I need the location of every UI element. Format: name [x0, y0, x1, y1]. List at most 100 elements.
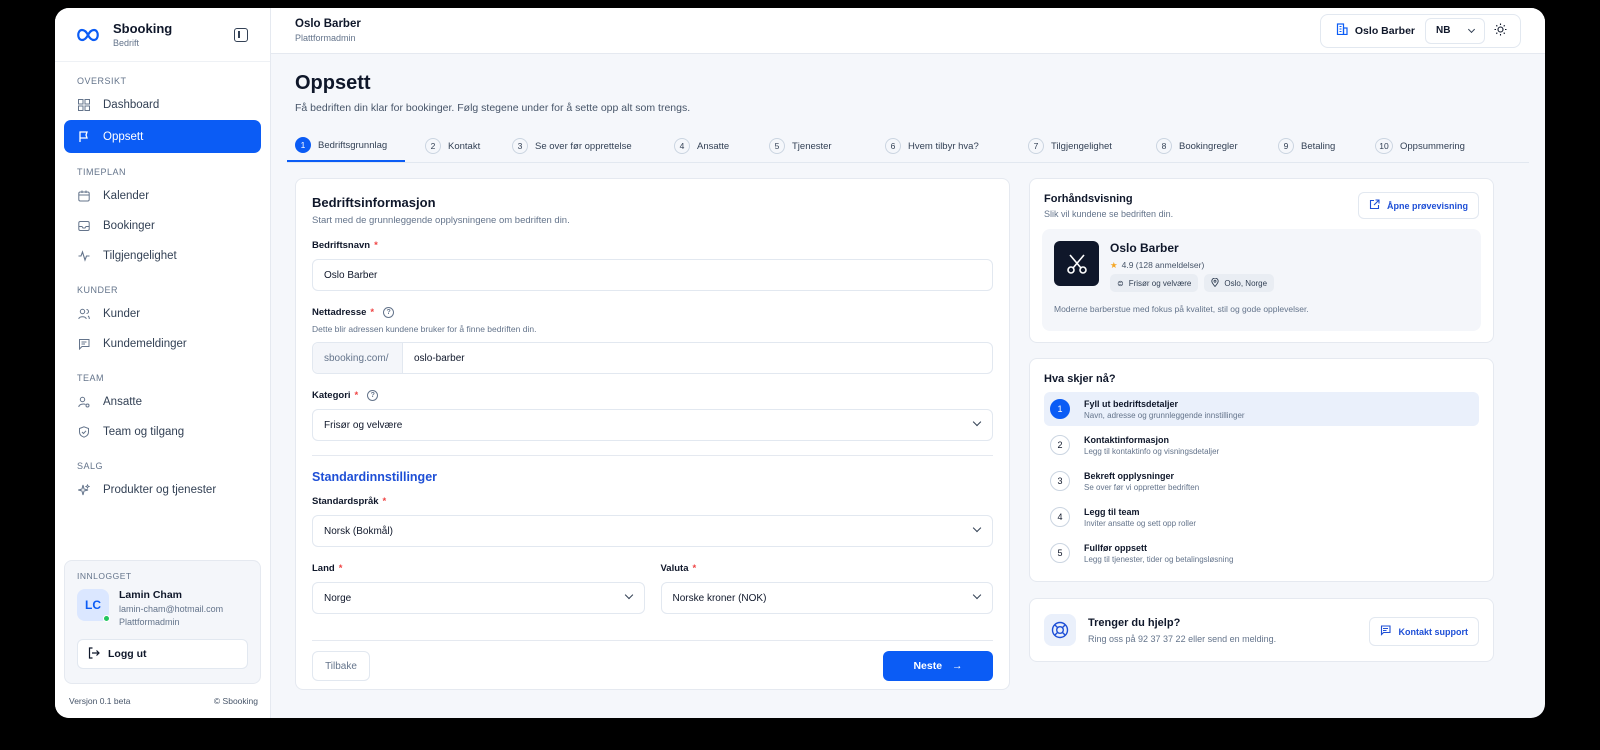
step-se-over[interactable]: 3 Se over før opprettelse [504, 130, 666, 162]
step-kontakt[interactable]: 2 Kontakt [405, 130, 504, 162]
sidebar-item-label: Tilgjengelighet [103, 250, 177, 262]
step-ansatte[interactable]: 4 Ansatte [666, 130, 761, 162]
open-preview-button[interactable]: Åpne prøvevisning [1357, 192, 1479, 219]
web-address-hint: Dette blir adressen kundene bruker for å… [312, 324, 537, 334]
next-step-desc: Navn, adresse og grunnleggende innstilli… [1084, 410, 1245, 420]
contact-support-button[interactable]: Kontakt support [1368, 617, 1479, 646]
preview-rating: ★ 4.9 (128 anmeldelser) [1110, 260, 1204, 271]
step-hvem-tilbyr-hva[interactable]: 6 Hvem tilbyr hva? [877, 130, 1020, 162]
company-name-label: Bedriftsnavn * [312, 240, 993, 251]
currency-select[interactable]: Norske kroner (NOK) [660, 582, 993, 614]
next-step-title: Fyll ut bedriftsdetaljer [1084, 398, 1179, 409]
setup-steps: 1 Bedriftsgrunnlag 2 Kontakt 3 Se over f… [287, 130, 1529, 163]
flag-icon [77, 130, 91, 144]
topbar-subtitle: Plattformadmin [295, 33, 356, 43]
avatar-initials: LC [85, 598, 101, 612]
select-value: Norske kroner (NOK) [672, 592, 767, 604]
nav-section-title: OVERSIKT [77, 76, 127, 86]
logout-button[interactable]: Logg ut [77, 639, 248, 669]
sidebar-item-oppsett[interactable]: Oppsett [64, 120, 261, 153]
scissors-logo-icon [1054, 241, 1099, 286]
help-icon[interactable]: ? [367, 390, 379, 401]
activity-icon [77, 249, 91, 263]
select-value: Norsk (Bokmål) [324, 525, 393, 537]
category-label: Kategori * ? [312, 390, 993, 401]
main-content: Oslo Barber Plattformadmin Oslo Barber N… [271, 8, 1545, 718]
sidebar-item-label: Kundemeldinger [103, 338, 187, 350]
sidebar-item-label: Bookinger [103, 220, 155, 232]
step-bookingregler[interactable]: 8 Bookingregler [1148, 130, 1270, 162]
lifebuoy-icon [1044, 614, 1076, 646]
sidebar-item-label: Oppsett [103, 130, 144, 143]
step-tjenester[interactable]: 5 Tjenester [761, 130, 877, 162]
collapse-sidebar-icon[interactable] [234, 28, 248, 42]
message-icon [77, 337, 91, 351]
step-betaling[interactable]: 9 Betaling [1270, 130, 1367, 162]
chevron-down-icon [972, 417, 982, 427]
step-oppsummering[interactable]: 10 Oppsummering [1367, 130, 1477, 162]
required-marker: * [692, 563, 697, 574]
location-chip: Oslo, Norge [1204, 274, 1275, 292]
sidebar-item-kalender[interactable]: Kalender [55, 181, 270, 211]
required-marker: * [354, 390, 359, 401]
page-title: Oppsett [295, 72, 371, 94]
help-description: Ring oss på 92 37 37 22 eller send en me… [1088, 633, 1277, 644]
chip-label: Oslo, Norge [1224, 278, 1268, 288]
copyright-text: © Sbooking [213, 696, 258, 706]
next-step-desc: Inviter ansatte og sett opp roller [1084, 518, 1197, 528]
sidebar-item-kundemeldinger[interactable]: Kundemeldinger [55, 329, 270, 359]
sidebar-item-produkter[interactable]: Produkter og tjenester [55, 475, 270, 505]
brand-subtitle: Bedrift [113, 38, 140, 48]
help-icon[interactable]: ? [383, 307, 395, 318]
nav-section-title: SALG [77, 461, 104, 471]
sidebar-item-kunder[interactable]: Kunder [55, 299, 270, 329]
form-title: Bedriftsinformasjon [312, 195, 436, 210]
next-label: Neste [913, 660, 943, 672]
organization-switcher[interactable]: Oslo Barber [1326, 23, 1425, 38]
sidebar-item-bookinger[interactable]: Bookinger [55, 211, 270, 241]
tag-icon: ⊜ [1117, 278, 1124, 288]
step-number: 7 [1028, 138, 1044, 154]
footer-divider [312, 640, 993, 641]
step-number: 4 [674, 138, 690, 154]
step-bedriftsgrunnlag[interactable]: 1 Bedriftsgrunnlag [287, 130, 405, 162]
form-description: Start med de grunnleggende opplysningene… [312, 215, 570, 226]
default-language-select[interactable]: Norsk (Bokmål) [312, 515, 993, 547]
next-button[interactable]: Neste → [883, 651, 993, 681]
step-label: Bedriftsgrunnlag [318, 139, 388, 151]
grid-icon [77, 98, 91, 112]
user-name: Lamin Cham [119, 589, 183, 601]
theme-toggle-sun-icon[interactable] [1485, 23, 1515, 39]
url-prefix: sbooking.com/ [313, 343, 403, 373]
rating-text: 4.9 (128 anmeldelser) [1121, 260, 1205, 270]
user-card: INNLOGGET LC Lamin Cham lamin-cham@hotma… [64, 560, 261, 684]
step-label: Hvem tilbyr hva? [908, 140, 979, 152]
logout-icon [88, 646, 100, 662]
step-number: 6 [885, 138, 901, 154]
language-select[interactable]: NB [1425, 17, 1485, 44]
next-steps-title: Hva skjer nå? [1044, 373, 1116, 385]
step-label: Ansatte [697, 140, 730, 152]
step-tilgjengelighet[interactable]: 7 Tilgjengelighet [1020, 130, 1148, 162]
category-select[interactable]: Frisør og velvære [312, 409, 993, 441]
sidebar-item-dashboard[interactable]: Dashboard [55, 90, 270, 120]
brand[interactable]: Sbooking Bedrift [55, 8, 270, 62]
company-name-input[interactable]: Oslo Barber [312, 259, 993, 291]
preview-business-name: Oslo Barber [1110, 241, 1179, 255]
sidebar-item-ansatte[interactable]: Ansatte [55, 387, 270, 417]
web-address-input[interactable]: oslo-barber [403, 353, 465, 364]
country-select[interactable]: Norge [312, 582, 645, 614]
section-divider [312, 455, 993, 456]
sparkles-icon [77, 483, 91, 497]
shield-icon [77, 425, 91, 439]
calendar-icon [77, 189, 91, 203]
sidebar-item-team-og-tilgang[interactable]: Team og tilgang [55, 417, 270, 447]
back-button[interactable]: Tilbake [312, 651, 370, 681]
sidebar-item-tilgjengelighet[interactable]: Tilgjengelighet [55, 241, 270, 271]
step-label: Tjenester [792, 140, 832, 152]
step-label: Oppsummering [1400, 140, 1465, 152]
nav-section-title: TIMEPLAN [77, 167, 127, 177]
category-chip: ⊜ Frisør og velvære [1110, 274, 1199, 292]
sidebar-item-label: Dashboard [103, 99, 160, 111]
step-label: Bookingregler [1179, 140, 1238, 152]
